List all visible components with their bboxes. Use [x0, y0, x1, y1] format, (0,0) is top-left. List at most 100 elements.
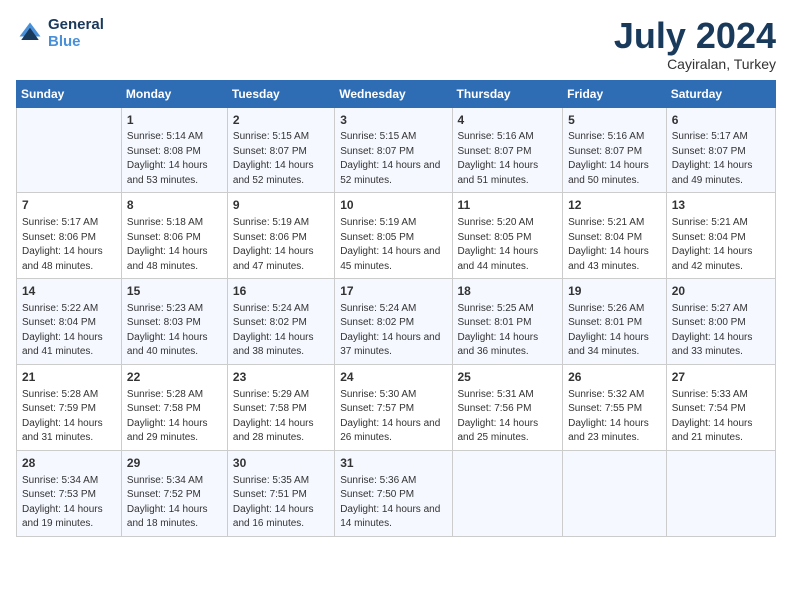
calendar-cell: 27Sunrise: 5:33 AMSunset: 7:54 PMDayligh…	[666, 364, 775, 450]
day-number: 10	[340, 197, 446, 214]
header-friday: Friday	[563, 80, 667, 107]
calendar-table: Sunday Monday Tuesday Wednesday Thursday…	[16, 80, 776, 537]
logo: General Blue	[16, 16, 104, 50]
cell-info: Sunrise: 5:23 AMSunset: 8:03 PMDaylight:…	[127, 302, 222, 360]
day-number: 5	[568, 112, 661, 129]
cell-info: Sunrise: 5:34 AMSunset: 7:53 PMDaylight:…	[22, 474, 116, 532]
calendar-row-3: 21Sunrise: 5:28 AMSunset: 7:59 PMDayligh…	[17, 364, 776, 450]
cell-info: Sunrise: 5:16 AMSunset: 8:07 PMDaylight:…	[568, 130, 661, 188]
day-number: 2	[233, 112, 329, 129]
day-number: 29	[127, 455, 222, 472]
calendar-cell: 21Sunrise: 5:28 AMSunset: 7:59 PMDayligh…	[17, 364, 122, 450]
day-number: 17	[340, 283, 446, 300]
calendar-cell	[452, 450, 563, 536]
cell-info: Sunrise: 5:24 AMSunset: 8:02 PMDaylight:…	[233, 302, 329, 360]
logo-icon	[16, 19, 44, 47]
calendar-cell: 16 Sunrise: 5:24 AMSunset: 8:02 PMDayligh…	[227, 279, 334, 365]
day-number: 24	[340, 369, 446, 386]
day-number: 18	[458, 283, 558, 300]
day-number: 16	[233, 283, 329, 300]
cell-info: Sunrise: 5:26 AMSunset: 8:01 PMDaylight:…	[568, 302, 661, 360]
calendar-cell: 25 Sunrise: 5:31 AMSunset: 7:56 PMDayligh…	[452, 364, 563, 450]
calendar-cell: 11 Sunrise: 5:20 AMSunset: 8:05 PMDayligh…	[452, 193, 563, 279]
day-number: 8	[127, 197, 222, 214]
cell-info: Sunrise: 5:35 AMSunset: 7:51 PMDaylight:…	[233, 474, 329, 532]
calendar-cell: 3Sunrise: 5:15 AMSunset: 8:07 PMDaylight…	[335, 107, 452, 193]
calendar-cell: 9 Sunrise: 5:19 AMSunset: 8:06 PMDaylight…	[227, 193, 334, 279]
day-number: 20	[672, 283, 770, 300]
header-saturday: Saturday	[666, 80, 775, 107]
calendar-cell: 6Sunrise: 5:17 AMSunset: 8:07 PMDaylight…	[666, 107, 775, 193]
cell-info: Sunrise: 5:32 AMSunset: 7:55 PMDaylight:…	[568, 388, 661, 446]
header-row: Sunday Monday Tuesday Wednesday Thursday…	[17, 80, 776, 107]
header-thursday: Thursday	[452, 80, 563, 107]
day-number: 21	[22, 369, 116, 386]
day-number: 23	[233, 369, 329, 386]
calendar-cell	[666, 450, 775, 536]
day-number: 27	[672, 369, 770, 386]
calendar-title: July 2024	[614, 16, 776, 56]
calendar-cell: 17Sunrise: 5:24 AMSunset: 8:02 PMDayligh…	[335, 279, 452, 365]
cell-info: Sunrise: 5:30 AMSunset: 7:57 PMDaylight:…	[340, 388, 446, 446]
calendar-row-1: 7Sunrise: 5:17 AMSunset: 8:06 PMDaylight…	[17, 193, 776, 279]
calendar-cell: 28 Sunrise: 5:34 AMSunset: 7:53 PMDayligh…	[17, 450, 122, 536]
calendar-cell: 20 Sunrise: 5:27 AMSunset: 8:00 PMDayligh…	[666, 279, 775, 365]
day-number: 14	[22, 283, 116, 300]
header-sunday: Sunday	[17, 80, 122, 107]
calendar-cell: 1Sunrise: 5:14 AMSunset: 8:08 PMDaylight…	[121, 107, 227, 193]
title-block: July 2024 Cayiralan, Turkey	[614, 16, 776, 72]
cell-info: Sunrise: 5:15 AMSunset: 8:07 PMDaylight:…	[233, 130, 329, 188]
day-number: 25	[458, 369, 558, 386]
calendar-row-0: 1Sunrise: 5:14 AMSunset: 8:08 PMDaylight…	[17, 107, 776, 193]
calendar-cell: 12Sunrise: 5:21 AMSunset: 8:04 PMDayligh…	[563, 193, 667, 279]
cell-info: Sunrise: 5:21 AMSunset: 8:04 PMDaylight:…	[672, 216, 770, 274]
day-number: 9	[233, 197, 329, 214]
day-number: 22	[127, 369, 222, 386]
day-number: 3	[340, 112, 446, 129]
day-number: 26	[568, 369, 661, 386]
calendar-subtitle: Cayiralan, Turkey	[614, 56, 776, 72]
calendar-cell: 2Sunrise: 5:15 AMSunset: 8:07 PMDaylight…	[227, 107, 334, 193]
cell-info: Sunrise: 5:16 AMSunset: 8:07 PMDaylight:…	[458, 130, 558, 188]
cell-info: Sunrise: 5:29 AMSunset: 7:58 PMDaylight:…	[233, 388, 329, 446]
calendar-cell: 19 Sunrise: 5:26 AMSunset: 8:01 PMDayligh…	[563, 279, 667, 365]
cell-info: Sunrise: 5:31 AMSunset: 7:56 PMDaylight:…	[458, 388, 558, 446]
day-number: 31	[340, 455, 446, 472]
cell-info: Sunrise: 5:28 AMSunset: 7:58 PMDaylight:…	[127, 388, 222, 446]
header-wednesday: Wednesday	[335, 80, 452, 107]
calendar-row-4: 28 Sunrise: 5:34 AMSunset: 7:53 PMDayligh…	[17, 450, 776, 536]
cell-info: Sunrise: 5:36 AMSunset: 7:50 PMDaylight:…	[340, 474, 446, 532]
cell-info: Sunrise: 5:20 AMSunset: 8:05 PMDaylight:…	[458, 216, 558, 274]
day-number: 19	[568, 283, 661, 300]
day-number: 4	[458, 112, 558, 129]
day-number: 12	[568, 197, 661, 214]
cell-info: Sunrise: 5:34 AMSunset: 7:52 PMDaylight:…	[127, 474, 222, 532]
day-number: 1	[127, 112, 222, 129]
cell-info: Sunrise: 5:22 AMSunset: 8:04 PMDaylight:…	[22, 302, 116, 360]
calendar-cell: 24 Sunrise: 5:30 AMSunset: 7:57 PMDayligh…	[335, 364, 452, 450]
calendar-cell: 4Sunrise: 5:16 AMSunset: 8:07 PMDaylight…	[452, 107, 563, 193]
calendar-cell	[17, 107, 122, 193]
cell-info: Sunrise: 5:17 AMSunset: 8:07 PMDaylight:…	[672, 130, 770, 188]
calendar-cell: 7Sunrise: 5:17 AMSunset: 8:06 PMDaylight…	[17, 193, 122, 279]
calendar-cell: 30 Sunrise: 5:35 AMSunset: 7:51 PMDayligh…	[227, 450, 334, 536]
cell-info: Sunrise: 5:27 AMSunset: 8:00 PMDaylight:…	[672, 302, 770, 360]
day-number: 13	[672, 197, 770, 214]
page-header: General Blue July 2024 Cayiralan, Turkey	[16, 16, 776, 72]
day-number: 11	[458, 197, 558, 214]
day-number: 30	[233, 455, 329, 472]
calendar-cell: 5Sunrise: 5:16 AMSunset: 8:07 PMDaylight…	[563, 107, 667, 193]
cell-info: Sunrise: 5:19 AMSunset: 8:06 PMDaylight:…	[233, 216, 329, 274]
calendar-cell: 14 Sunrise: 5:22 AMSunset: 8:04 PMDayligh…	[17, 279, 122, 365]
calendar-cell: 10Sunrise: 5:19 AMSunset: 8:05 PMDayligh…	[335, 193, 452, 279]
cell-info: Sunrise: 5:18 AMSunset: 8:06 PMDaylight:…	[127, 216, 222, 274]
calendar-cell: 23 Sunrise: 5:29 AMSunset: 7:58 PMDayligh…	[227, 364, 334, 450]
cell-info: Sunrise: 5:15 AMSunset: 8:07 PMDaylight:…	[340, 130, 446, 188]
logo-text: General Blue	[48, 16, 104, 50]
header-tuesday: Tuesday	[227, 80, 334, 107]
day-number: 28	[22, 455, 116, 472]
cell-info: Sunrise: 5:25 AMSunset: 8:01 PMDaylight:…	[458, 302, 558, 360]
cell-info: Sunrise: 5:14 AMSunset: 8:08 PMDaylight:…	[127, 130, 222, 188]
day-number: 6	[672, 112, 770, 129]
calendar-cell: 22 Sunrise: 5:28 AMSunset: 7:58 PMDayligh…	[121, 364, 227, 450]
